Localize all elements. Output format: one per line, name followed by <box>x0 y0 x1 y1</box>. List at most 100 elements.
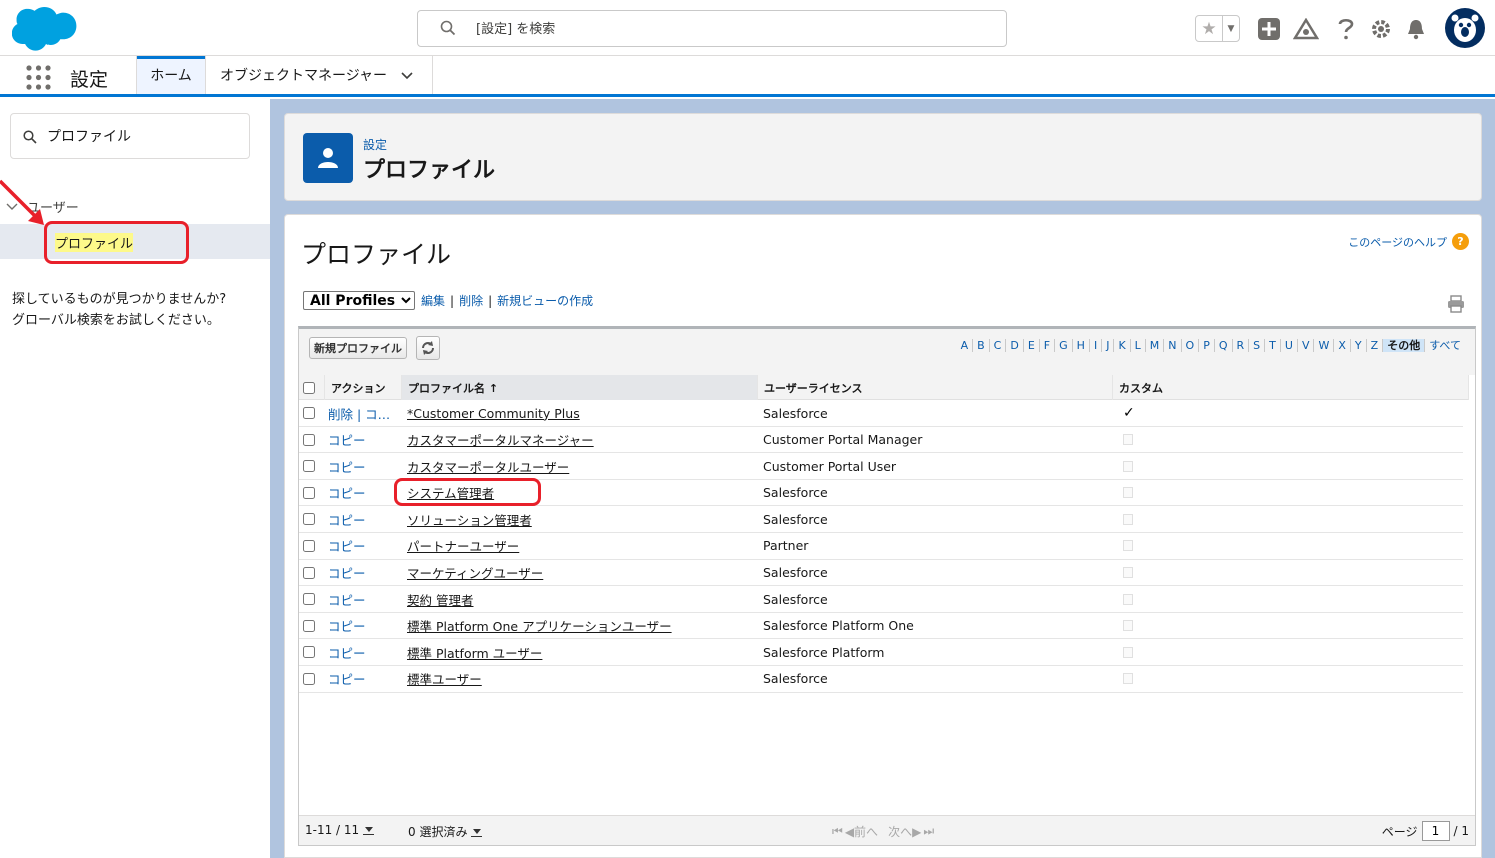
refresh-button[interactable] <box>416 336 440 360</box>
alpha-filter-m[interactable]: M <box>1146 339 1165 352</box>
custom-unchecked-box <box>1123 540 1133 552</box>
question-icon[interactable]: ? <box>1452 233 1469 250</box>
profile-name-link[interactable]: カスタマーポータルマネージャー <box>407 427 594 453</box>
bell-icon[interactable] <box>1403 16 1429 42</box>
page-number-input[interactable] <box>1421 821 1450 841</box>
row-action-link[interactable]: コピー <box>328 639 366 665</box>
favorites-button[interactable]: ★ ▼ <box>1195 15 1240 42</box>
row-checkbox[interactable] <box>303 593 315 606</box>
alpha-filter-g[interactable]: G <box>1055 339 1073 352</box>
row-checkbox[interactable] <box>303 486 315 499</box>
row-action-link[interactable]: コピー <box>328 480 366 506</box>
quick-find-input[interactable] <box>47 127 237 145</box>
breadcrumb[interactable]: 設定 <box>363 136 387 153</box>
edit-view-link[interactable]: 編集 <box>421 292 445 309</box>
col-custom[interactable]: カスタム <box>1113 375 1469 400</box>
profile-name-link[interactable]: カスタマーポータルユーザー <box>407 453 569 479</box>
row-checkbox[interactable] <box>303 566 315 579</box>
alpha-filter-h[interactable]: H <box>1073 339 1090 352</box>
row-checkbox[interactable] <box>303 513 315 526</box>
profile-name-link[interactable]: 標準ユーザー <box>407 666 482 692</box>
alpha-filter-e[interactable]: E <box>1024 339 1040 352</box>
alpha-filter-q[interactable]: Q <box>1215 339 1233 352</box>
global-search-input[interactable] <box>476 19 976 39</box>
select-all-checkbox[interactable] <box>303 381 315 394</box>
alpha-filter-v[interactable]: V <box>1298 339 1315 352</box>
alpha-filter-j[interactable]: J <box>1102 339 1115 352</box>
global-search[interactable] <box>417 10 1007 47</box>
new-view-link[interactable]: 新規ビューの作成 <box>497 292 593 309</box>
view-select[interactable]: All Profiles <box>303 291 415 310</box>
alpha-filter-y[interactable]: Y <box>1351 339 1367 352</box>
profile-name-link[interactable]: パートナーユーザー <box>407 533 519 559</box>
row-checkbox[interactable] <box>303 619 315 632</box>
salesforce-logo[interactable] <box>12 6 78 52</box>
profile-name-link[interactable]: 契約 管理者 <box>407 586 473 612</box>
row-checkbox[interactable] <box>303 407 315 419</box>
profile-name-link[interactable]: ソリューション管理者 <box>407 506 532 532</box>
row-action-link[interactable]: コピー <box>328 427 366 453</box>
alpha-filter-k[interactable]: K <box>1114 339 1131 352</box>
row-checkbox[interactable] <box>303 672 315 685</box>
help-link-label[interactable]: このページのヘルプ <box>1348 234 1447 250</box>
trailhead-icon[interactable] <box>1293 16 1319 42</box>
alpha-filter-x[interactable]: X <box>1334 339 1351 352</box>
tab-object-manager[interactable]: オブジェクトマネージャー <box>206 56 433 94</box>
alpha-filter-c[interactable]: C <box>990 339 1007 352</box>
caret-down-icon[interactable] <box>471 827 483 837</box>
row-checkbox[interactable] <box>303 539 315 552</box>
row-action-link[interactable]: コピー <box>328 533 366 559</box>
quick-find[interactable] <box>10 113 250 159</box>
row-checkbox[interactable] <box>303 460 315 473</box>
chevron-down-icon[interactable] <box>401 69 413 81</box>
profile-name-link[interactable]: 標準 Platform One アプリケーションユーザー <box>407 613 672 639</box>
alpha-filter-o[interactable]: O <box>1182 339 1200 352</box>
col-user-license[interactable]: ユーザーライセンス <box>758 375 1113 400</box>
caret-down-icon[interactable] <box>363 825 375 835</box>
add-icon[interactable] <box>1256 16 1282 42</box>
help-icon[interactable] <box>1333 16 1359 42</box>
alpha-filter-s[interactable]: S <box>1249 339 1266 352</box>
alpha-filter-u[interactable]: U <box>1281 339 1298 352</box>
row-action-link[interactable]: コピー <box>328 613 366 639</box>
col-profile-name[interactable]: プロファイル名 ↑ <box>402 375 758 400</box>
row-action-link[interactable]: 削除 | コ… <box>328 400 390 426</box>
row-action-link[interactable]: コピー <box>328 666 366 692</box>
alpha-filter-d[interactable]: D <box>1006 339 1024 352</box>
alpha-filter-p[interactable]: P <box>1199 339 1215 352</box>
row-checkbox[interactable] <box>303 433 315 446</box>
alpha-filter-all[interactable]: すべて <box>1425 339 1465 352</box>
row-action-link[interactable]: コピー <box>328 453 366 479</box>
alpha-filter-a[interactable]: A <box>957 339 974 352</box>
alpha-filter-r[interactable]: R <box>1233 339 1250 352</box>
tab-home[interactable]: ホーム <box>136 56 206 94</box>
gear-icon[interactable] <box>1368 16 1394 42</box>
alpha-filter-n[interactable]: N <box>1164 339 1182 352</box>
alpha-filter-f[interactable]: F <box>1040 339 1056 352</box>
alpha-filter-z[interactable]: Z <box>1367 339 1384 352</box>
delete-view-link[interactable]: 削除 <box>459 292 483 309</box>
profile-name-link[interactable]: *Customer Community Plus <box>407 400 580 426</box>
alpha-filter-w[interactable]: W <box>1314 339 1335 352</box>
record-range[interactable]: 1-11 / 11 <box>305 823 375 837</box>
profile-name-link[interactable]: 標準 Platform ユーザー <box>407 639 542 665</box>
alpha-filter-b[interactable]: B <box>973 339 990 352</box>
star-icon[interactable]: ★ <box>1196 16 1222 41</box>
row-action-link[interactable]: コピー <box>328 586 366 612</box>
user-avatar[interactable] <box>1445 8 1485 48</box>
caret-down-icon[interactable]: ▼ <box>1222 16 1239 41</box>
alpha-filter-i[interactable]: I <box>1090 339 1103 352</box>
row-action-link[interactable]: コピー <box>328 560 366 586</box>
row-checkbox[interactable] <box>303 646 315 659</box>
profile-name-link[interactable]: マーケティングユーザー <box>407 560 543 586</box>
selected-count[interactable]: 0 選択済み <box>408 823 483 840</box>
alpha-filter-t[interactable]: T <box>1265 339 1281 352</box>
col-action[interactable]: アクション <box>325 375 402 400</box>
alpha-filter-other[interactable]: その他 <box>1383 339 1426 352</box>
alpha-filter-l[interactable]: L <box>1131 339 1146 352</box>
app-launcher-icon[interactable] <box>26 65 51 90</box>
row-action-link[interactable]: コピー <box>328 506 366 532</box>
new-profile-button[interactable]: 新規プロファイル <box>309 337 407 359</box>
printer-icon[interactable] <box>1447 295 1465 313</box>
help-link[interactable]: このページのヘルプ ? <box>1348 233 1469 250</box>
